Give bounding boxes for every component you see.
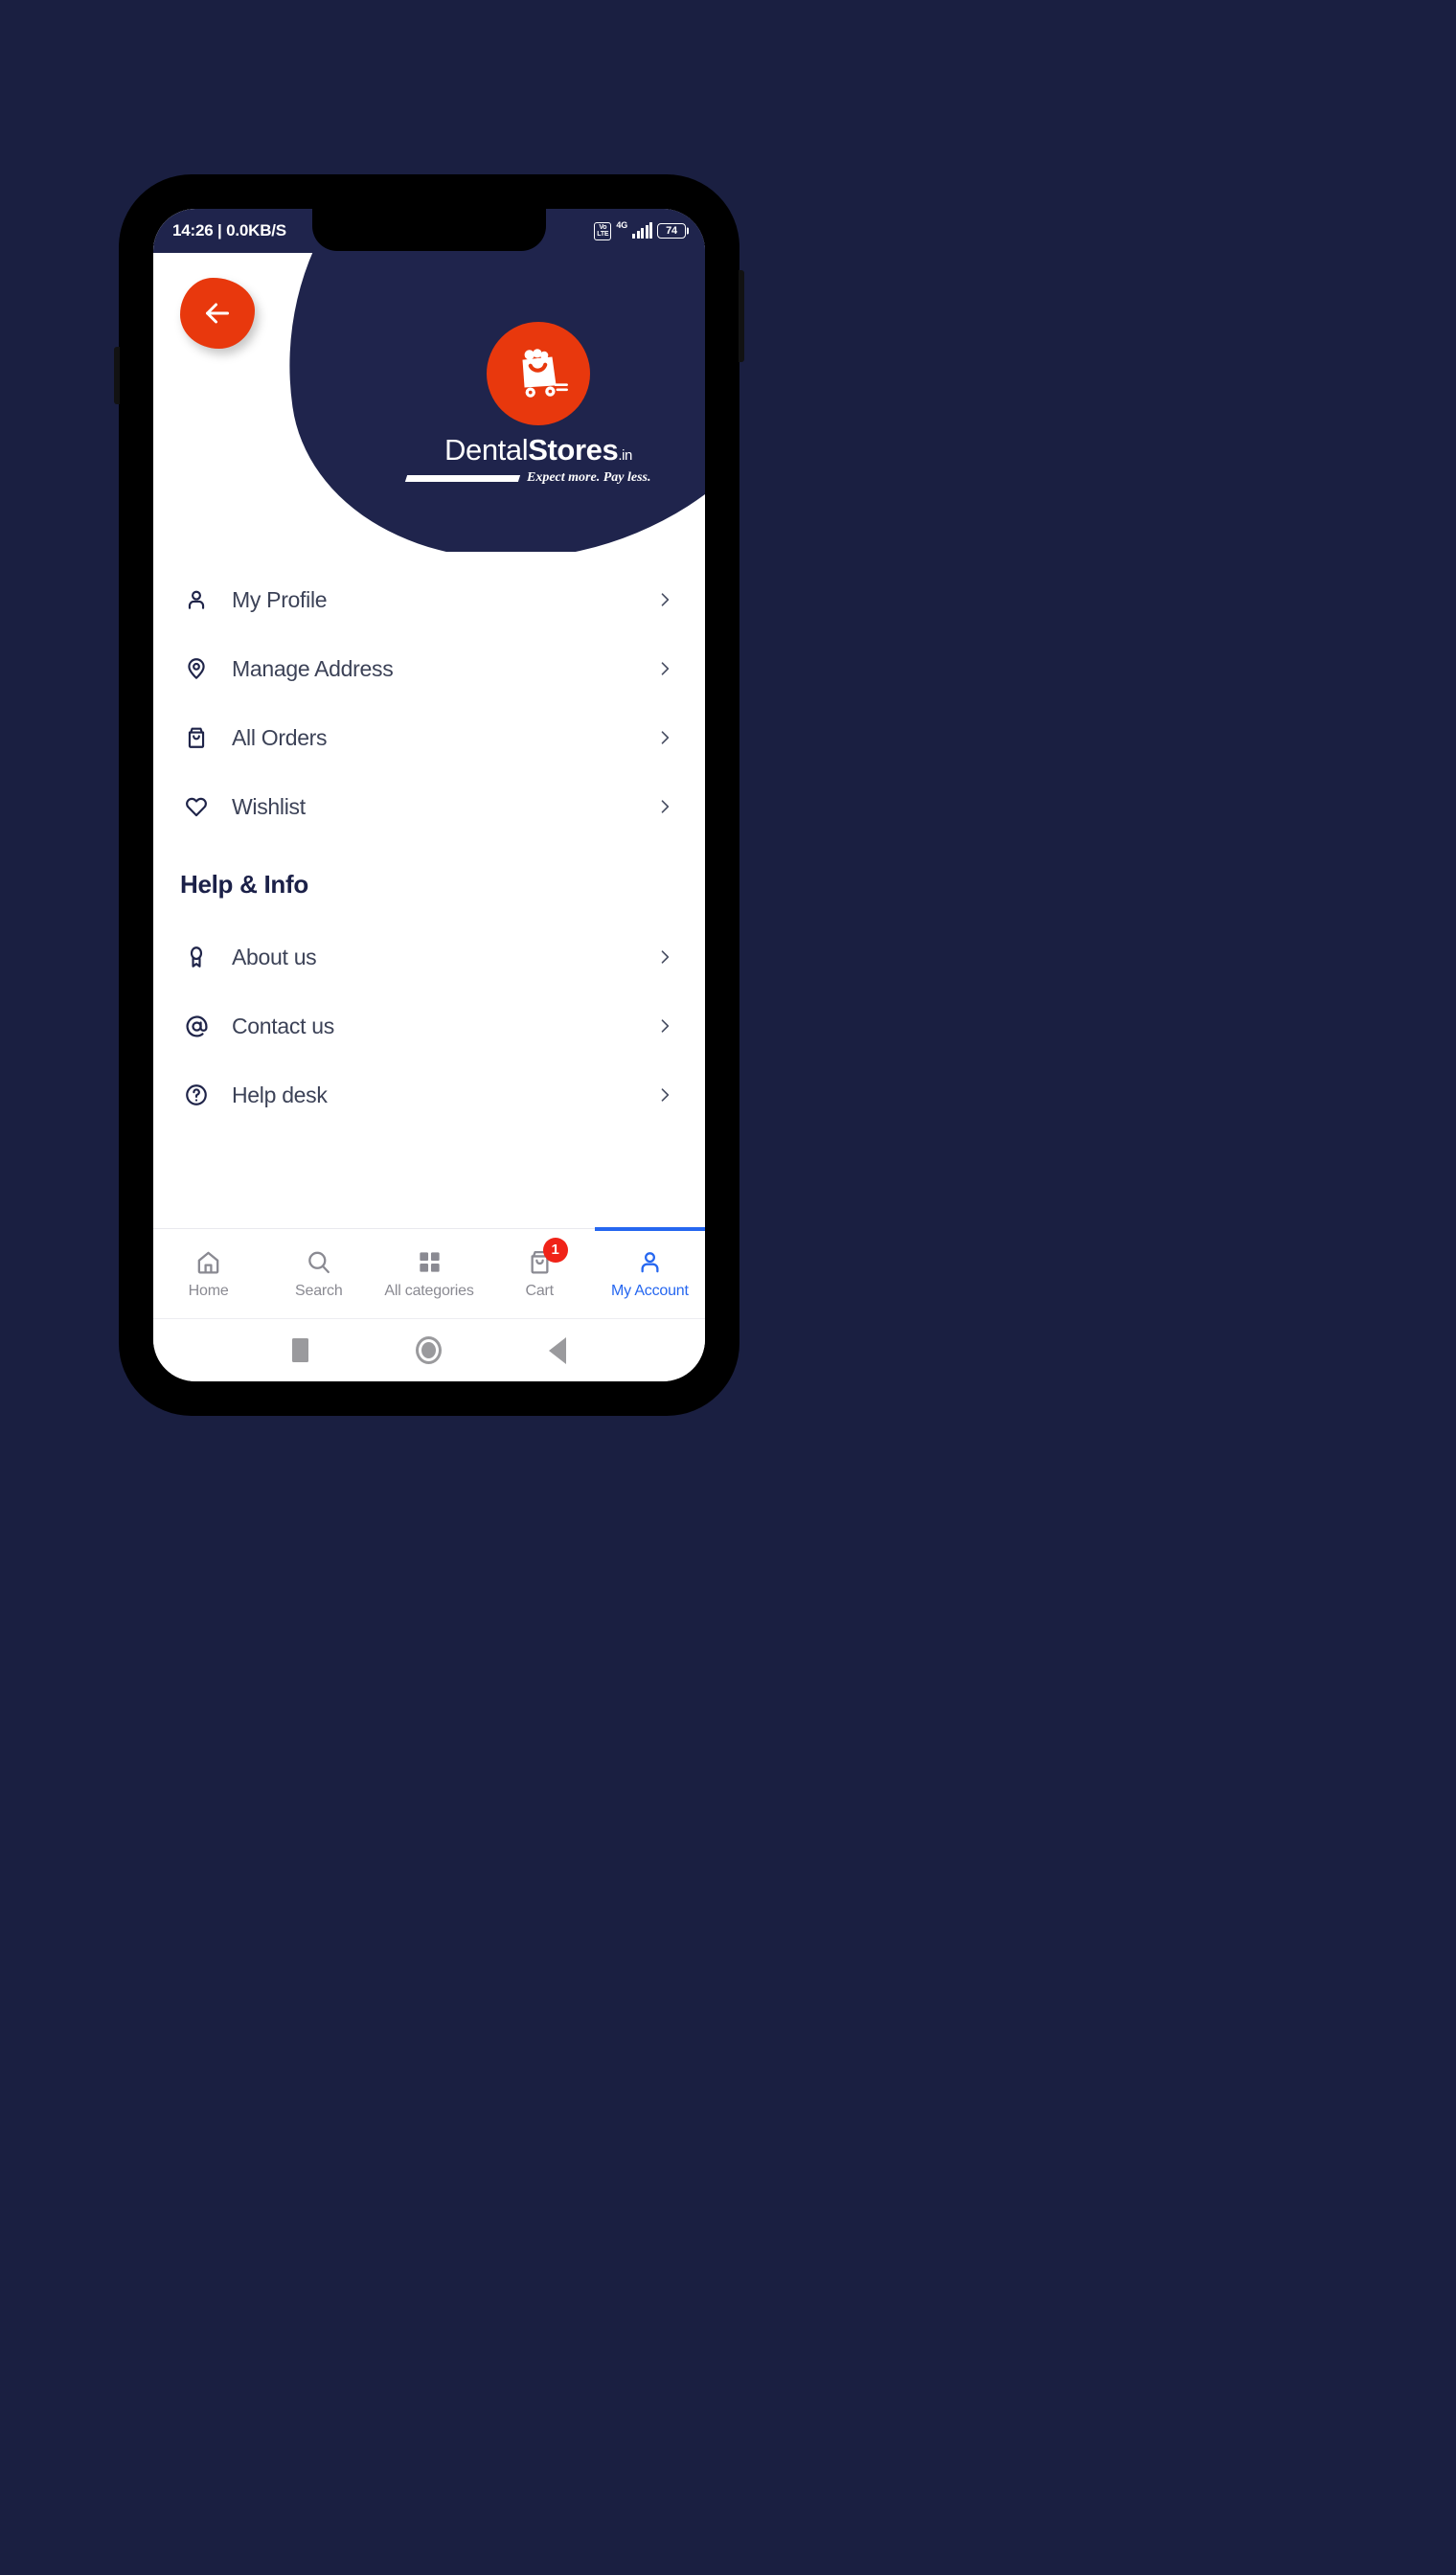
chevron-right-icon xyxy=(655,659,678,678)
phone-side-button-right[interactable] xyxy=(739,270,744,362)
menu-item-label: All Orders xyxy=(232,724,328,750)
menu-item-all-orders[interactable]: All Orders xyxy=(180,707,678,768)
network-type-label: 4G xyxy=(616,220,627,230)
help-circle-icon xyxy=(180,1082,213,1107)
at-sign-icon xyxy=(180,1014,213,1039)
menu-item-label: Contact us xyxy=(232,1013,334,1038)
shopping-bag-cart-icon xyxy=(522,349,568,398)
chevron-right-icon xyxy=(655,947,678,967)
menu-item-label: Help desk xyxy=(232,1082,328,1107)
brand-tagline: Expect more. Pay less. xyxy=(527,470,651,485)
signal-strength-icon xyxy=(632,222,652,239)
chevron-right-icon xyxy=(655,1085,678,1105)
nav-item-cart[interactable]: 1 Cart xyxy=(485,1229,595,1318)
menu-item-label: My Profile xyxy=(232,586,328,612)
square-icon[interactable] xyxy=(292,1338,308,1362)
cart-bag-icon: 1 xyxy=(526,1237,568,1277)
menu-item-manage-address[interactable]: Manage Address xyxy=(180,638,678,699)
nav-item-label: Search xyxy=(295,1282,343,1299)
battery-icon: 74 xyxy=(657,223,686,239)
menu-item-label: Manage Address xyxy=(232,655,394,681)
nav-item-all-categories[interactable]: All categories xyxy=(374,1229,484,1318)
menu-item-label: Wishlist xyxy=(232,793,306,819)
nav-item-search[interactable]: Search xyxy=(263,1229,374,1318)
menu-item-help-desk[interactable]: Help desk xyxy=(180,1064,678,1126)
nav-item-label: Cart xyxy=(525,1282,554,1299)
cart-badge-count: 1 xyxy=(542,1237,568,1263)
section-title-help-info: Help & Info xyxy=(180,870,308,899)
brand-block: DentalStores.in Expect more. Pay less. xyxy=(404,322,672,486)
brand-name-part2: Stores xyxy=(528,433,619,467)
brand-rule xyxy=(404,474,521,482)
back-button[interactable] xyxy=(180,278,255,349)
chevron-right-icon xyxy=(655,797,678,816)
brand-name-part1: Dental xyxy=(444,433,529,467)
arrow-left-icon xyxy=(206,303,229,324)
search-icon xyxy=(305,1248,332,1277)
status-time-and-network-speed: 14:26 | 0.0KB/S xyxy=(172,221,286,239)
brand-name: DentalStores.in xyxy=(404,433,672,467)
grid-icon xyxy=(416,1248,444,1277)
map-pin-icon xyxy=(180,656,213,681)
menu-item-wishlist[interactable]: Wishlist xyxy=(180,776,678,837)
phone-frame: 14:26 | 0.0KB/S Vo LTE 4G 74 DentalStore… xyxy=(114,174,744,1416)
menu-item-my-profile[interactable]: My Profile xyxy=(180,569,678,630)
chevron-right-icon xyxy=(655,590,678,609)
app-header: DentalStores.in Expect more. Pay less. xyxy=(153,209,705,552)
nav-item-label: My Account xyxy=(611,1282,689,1299)
chevron-right-icon xyxy=(655,1016,678,1036)
brand-tagline-row: Expect more. Pay less. xyxy=(404,470,672,486)
shopping-bag-icon xyxy=(180,725,213,750)
account-menu-list: My Profile Manage Address All Orders Wis… xyxy=(153,552,705,1228)
home-icon xyxy=(194,1248,222,1277)
menu-item-contact-us[interactable]: Contact us xyxy=(180,995,678,1057)
android-navigation-bar xyxy=(153,1318,705,1381)
nav-item-label: Home xyxy=(188,1282,229,1299)
phone-notch xyxy=(312,209,546,251)
menu-item-label: About us xyxy=(232,944,317,969)
circle-icon[interactable] xyxy=(416,1336,442,1364)
menu-item-about-us[interactable]: About us xyxy=(180,926,678,988)
brand-logo xyxy=(487,322,590,425)
status-indicators: Vo LTE 4G 74 xyxy=(594,220,686,240)
chevron-right-icon xyxy=(655,728,678,747)
bottom-navigation-bar: Home Search All categories 1 Cart My Acc… xyxy=(153,1227,705,1318)
user-icon xyxy=(180,587,213,612)
phone-screen: 14:26 | 0.0KB/S Vo LTE 4G 74 DentalStore… xyxy=(153,209,705,1381)
triangle-back-icon[interactable] xyxy=(549,1336,566,1364)
heart-icon xyxy=(180,794,213,819)
nav-item-label: All categories xyxy=(384,1282,474,1299)
user-icon xyxy=(636,1248,664,1277)
volte-icon: Vo LTE xyxy=(594,221,612,240)
nav-item-my-account[interactable]: My Account xyxy=(594,1227,705,1318)
brand-name-tld: .in xyxy=(618,447,632,464)
phone-side-button-left[interactable] xyxy=(114,347,120,404)
award-icon xyxy=(180,945,213,969)
nav-item-home[interactable]: Home xyxy=(153,1229,263,1318)
